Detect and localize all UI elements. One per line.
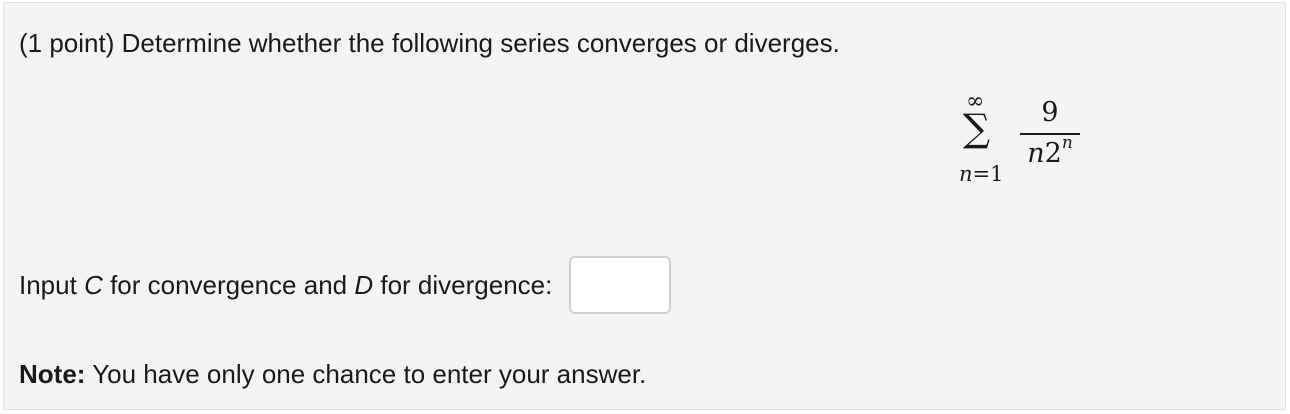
note-label: Note: [19, 359, 86, 389]
note-body: You have only one chance to enter your a… [85, 359, 647, 389]
question-text: (1 point) Determine whether the followin… [19, 28, 840, 58]
answer-input[interactable] [569, 256, 672, 314]
fraction-numerator: 9 [1041, 97, 1059, 128]
sigma-symbol: ∑ [963, 106, 991, 150]
denominator-exponent: n [1061, 133, 1073, 153]
series-fraction: 9 n2n [1020, 97, 1080, 170]
letter-d: D [354, 269, 374, 300]
index-start: 1 [990, 162, 1004, 186]
index-equals: = [972, 162, 991, 186]
series-lower-limit: n=1 [959, 163, 1004, 185]
problem-card: (1 point) Determine whether the followin… [3, 2, 1286, 410]
denominator-base: 2 [1044, 138, 1062, 169]
denominator-variable: n [1027, 138, 1045, 169]
answer-prompt-row: Input C for convergence and D for diverg… [19, 255, 672, 315]
index-variable: n [959, 162, 973, 186]
series-expression: ∞ ∑ n=1 9 n2n [949, 91, 1089, 201]
fraction-denominator: n2n [1020, 135, 1080, 170]
answer-prompt-label: Input C for convergence and D for diverg… [19, 269, 553, 300]
letter-c: C [84, 269, 103, 300]
note-text: Note: You have only one chance to enter … [19, 359, 646, 389]
